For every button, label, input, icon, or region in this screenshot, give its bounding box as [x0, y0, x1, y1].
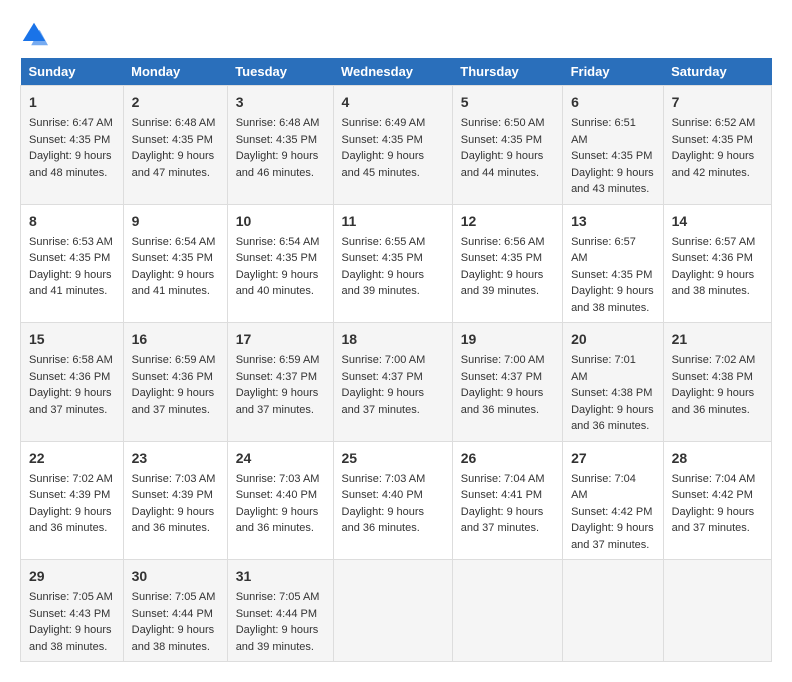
day-number: 27 — [571, 448, 655, 469]
day-number: 15 — [29, 329, 115, 350]
logo-icon — [20, 20, 48, 48]
day-number: 28 — [672, 448, 763, 469]
calendar-cell: 31Sunrise: 7:05 AMSunset: 4:44 PMDayligh… — [227, 560, 333, 662]
calendar-cell: 16Sunrise: 6:59 AMSunset: 4:36 PMDayligh… — [123, 323, 227, 442]
calendar-cell: 21Sunrise: 7:02 AMSunset: 4:38 PMDayligh… — [663, 323, 771, 442]
day-number: 5 — [461, 92, 554, 113]
calendar-cell: 22Sunrise: 7:02 AMSunset: 4:39 PMDayligh… — [21, 441, 124, 560]
day-number: 6 — [571, 92, 655, 113]
day-number: 11 — [342, 211, 444, 232]
week-row-5: 29Sunrise: 7:05 AMSunset: 4:43 PMDayligh… — [21, 560, 772, 662]
calendar-cell: 17Sunrise: 6:59 AMSunset: 4:37 PMDayligh… — [227, 323, 333, 442]
day-number: 30 — [132, 566, 219, 587]
day-number: 29 — [29, 566, 115, 587]
day-number: 19 — [461, 329, 554, 350]
calendar-cell: 30Sunrise: 7:05 AMSunset: 4:44 PMDayligh… — [123, 560, 227, 662]
col-header-friday: Friday — [563, 58, 664, 86]
day-number: 3 — [236, 92, 325, 113]
day-number: 9 — [132, 211, 219, 232]
calendar-cell: 11Sunrise: 6:55 AMSunset: 4:35 PMDayligh… — [333, 204, 452, 323]
col-header-sunday: Sunday — [21, 58, 124, 86]
day-number: 13 — [571, 211, 655, 232]
calendar-cell: 20Sunrise: 7:01 AMSunset: 4:38 PMDayligh… — [563, 323, 664, 442]
day-number: 23 — [132, 448, 219, 469]
day-number: 4 — [342, 92, 444, 113]
day-number: 20 — [571, 329, 655, 350]
calendar-cell: 27Sunrise: 7:04 AMSunset: 4:42 PMDayligh… — [563, 441, 664, 560]
calendar-cell: 23Sunrise: 7:03 AMSunset: 4:39 PMDayligh… — [123, 441, 227, 560]
day-number: 26 — [461, 448, 554, 469]
day-number: 24 — [236, 448, 325, 469]
week-row-4: 22Sunrise: 7:02 AMSunset: 4:39 PMDayligh… — [21, 441, 772, 560]
day-number: 14 — [672, 211, 763, 232]
calendar-cell: 7Sunrise: 6:52 AMSunset: 4:35 PMDaylight… — [663, 86, 771, 205]
calendar-cell: 13Sunrise: 6:57 AMSunset: 4:35 PMDayligh… — [563, 204, 664, 323]
week-row-1: 1Sunrise: 6:47 AMSunset: 4:35 PMDaylight… — [21, 86, 772, 205]
calendar-cell: 3Sunrise: 6:48 AMSunset: 4:35 PMDaylight… — [227, 86, 333, 205]
day-number: 25 — [342, 448, 444, 469]
calendar-cell: 5Sunrise: 6:50 AMSunset: 4:35 PMDaylight… — [452, 86, 562, 205]
day-number: 18 — [342, 329, 444, 350]
calendar-cell: 24Sunrise: 7:03 AMSunset: 4:40 PMDayligh… — [227, 441, 333, 560]
day-number: 1 — [29, 92, 115, 113]
calendar-cell: 2Sunrise: 6:48 AMSunset: 4:35 PMDaylight… — [123, 86, 227, 205]
page-header — [20, 20, 772, 48]
day-number: 2 — [132, 92, 219, 113]
calendar-cell: 29Sunrise: 7:05 AMSunset: 4:43 PMDayligh… — [21, 560, 124, 662]
day-number: 31 — [236, 566, 325, 587]
col-header-tuesday: Tuesday — [227, 58, 333, 86]
calendar-cell: 19Sunrise: 7:00 AMSunset: 4:37 PMDayligh… — [452, 323, 562, 442]
calendar-cell: 18Sunrise: 7:00 AMSunset: 4:37 PMDayligh… — [333, 323, 452, 442]
calendar-cell: 15Sunrise: 6:58 AMSunset: 4:36 PMDayligh… — [21, 323, 124, 442]
logo — [20, 20, 52, 48]
week-row-2: 8Sunrise: 6:53 AMSunset: 4:35 PMDaylight… — [21, 204, 772, 323]
calendar-cell — [663, 560, 771, 662]
calendar-cell: 14Sunrise: 6:57 AMSunset: 4:36 PMDayligh… — [663, 204, 771, 323]
day-number: 16 — [132, 329, 219, 350]
day-number: 22 — [29, 448, 115, 469]
calendar-cell: 8Sunrise: 6:53 AMSunset: 4:35 PMDaylight… — [21, 204, 124, 323]
day-number: 21 — [672, 329, 763, 350]
calendar-table: SundayMondayTuesdayWednesdayThursdayFrid… — [20, 58, 772, 662]
day-number: 10 — [236, 211, 325, 232]
calendar-cell: 12Sunrise: 6:56 AMSunset: 4:35 PMDayligh… — [452, 204, 562, 323]
calendar-cell: 10Sunrise: 6:54 AMSunset: 4:35 PMDayligh… — [227, 204, 333, 323]
calendar-cell: 25Sunrise: 7:03 AMSunset: 4:40 PMDayligh… — [333, 441, 452, 560]
col-header-monday: Monday — [123, 58, 227, 86]
calendar-cell — [452, 560, 562, 662]
calendar-cell: 6Sunrise: 6:51 AMSunset: 4:35 PMDaylight… — [563, 86, 664, 205]
calendar-cell — [333, 560, 452, 662]
col-header-thursday: Thursday — [452, 58, 562, 86]
col-header-saturday: Saturday — [663, 58, 771, 86]
day-number: 17 — [236, 329, 325, 350]
calendar-cell: 4Sunrise: 6:49 AMSunset: 4:35 PMDaylight… — [333, 86, 452, 205]
calendar-cell: 28Sunrise: 7:04 AMSunset: 4:42 PMDayligh… — [663, 441, 771, 560]
col-header-wednesday: Wednesday — [333, 58, 452, 86]
week-row-3: 15Sunrise: 6:58 AMSunset: 4:36 PMDayligh… — [21, 323, 772, 442]
calendar-cell — [563, 560, 664, 662]
calendar-cell: 26Sunrise: 7:04 AMSunset: 4:41 PMDayligh… — [452, 441, 562, 560]
day-number: 12 — [461, 211, 554, 232]
calendar-cell: 9Sunrise: 6:54 AMSunset: 4:35 PMDaylight… — [123, 204, 227, 323]
day-number: 7 — [672, 92, 763, 113]
calendar-cell: 1Sunrise: 6:47 AMSunset: 4:35 PMDaylight… — [21, 86, 124, 205]
day-number: 8 — [29, 211, 115, 232]
